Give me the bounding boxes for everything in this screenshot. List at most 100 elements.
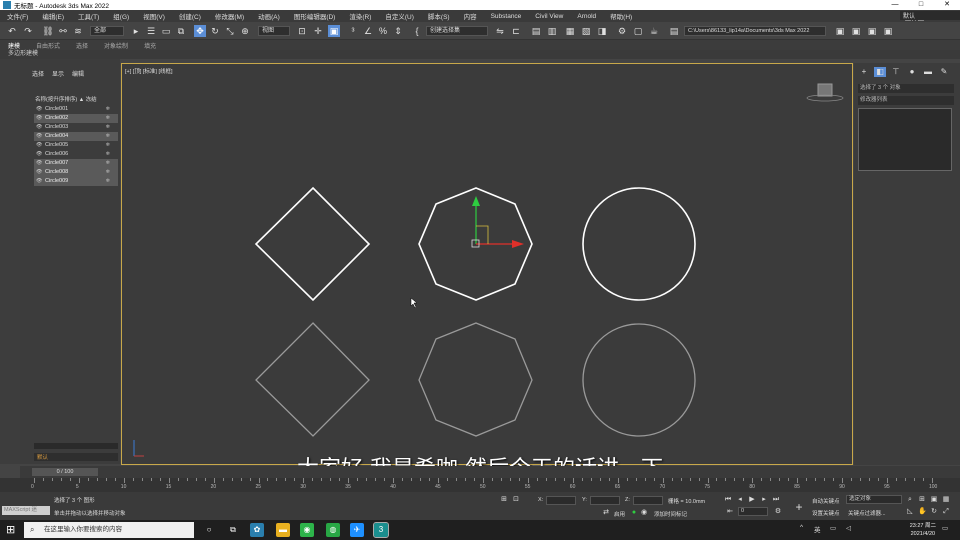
freeze-icon[interactable]: ❄ <box>106 177 110 186</box>
menu-group[interactable]: 组(G) <box>106 11 136 21</box>
previous-frame-icon[interactable]: ◂ <box>736 496 744 504</box>
track-bar[interactable]: 0 5 10 15 20 25 30 35 40 45 50 55 60 65 70 75 80 85 90 95 10… <box>0 478 960 492</box>
list-item[interactable]: 👁 Circle009 ❄ <box>34 177 118 186</box>
isolate-icon[interactable]: ⊞ <box>500 496 508 504</box>
freeze-icon[interactable]: ❄ <box>106 132 110 141</box>
window-crossing-icon[interactable]: ⧉ <box>175 25 187 37</box>
time-tag-icon[interactable]: ◉ <box>640 509 648 517</box>
zoom-extents-icon[interactable]: ▣ <box>930 496 938 504</box>
top-viewport[interactable]: [+] [顶] [标准] [线框] <box>121 63 853 465</box>
explorer-tab-display[interactable]: 显示 <box>48 69 68 78</box>
adaptive-degradation-icon[interactable]: ⇄ <box>602 509 610 517</box>
object-name-field[interactable]: 选择了 3 个 对象 <box>858 84 954 93</box>
frame-counter[interactable]: 0 / 100 <box>32 468 98 476</box>
menu-rendering[interactable]: 渲染(R) <box>342 11 378 21</box>
list-item[interactable]: 👁 Circle001 ❄ <box>34 105 118 114</box>
play-icon[interactable]: ▶ <box>748 496 756 504</box>
time-config-icon[interactable]: ⚙ <box>774 508 782 516</box>
freeze-icon[interactable]: ❄ <box>106 105 110 114</box>
select-scale-icon[interactable]: ⤡ <box>224 25 236 37</box>
taskbar-clock[interactable]: 23:27 周二 2021/4/20 <box>910 522 936 538</box>
motion-tab-icon[interactable]: ● <box>906 67 918 77</box>
menu-substance[interactable]: Substance <box>484 13 529 20</box>
project-path-field[interactable]: C:\Users\86133_lip14a\Documents\3ds Max … <box>684 26 826 36</box>
explorer-column-header[interactable]: 名称(按升序排序) ▲ 冻结 <box>35 95 97 103</box>
set-key-button[interactable]: 设置关键点 <box>812 509 840 517</box>
freeze-icon[interactable]: ❄ <box>106 114 110 123</box>
menu-graph-editors[interactable]: 图形编辑器(D) <box>287 11 343 21</box>
list-item[interactable]: 👁 Circle005 ❄ <box>34 141 118 150</box>
maximize-button[interactable]: □ <box>908 0 934 10</box>
list-item[interactable]: 👁 Circle008 ❄ <box>34 168 118 177</box>
pivot-center-icon[interactable]: ⊡ <box>296 25 308 37</box>
visibility-eye-icon[interactable]: 👁 <box>36 150 42 159</box>
wechat-icon[interactable]: ◉ <box>300 523 314 537</box>
auto-key-button[interactable]: 自动关键点 <box>812 497 840 505</box>
y-coordinate-field[interactable] <box>590 496 620 505</box>
menu-views[interactable]: 视图(V) <box>136 11 172 21</box>
x-coordinate-field[interactable] <box>546 496 576 505</box>
file-explorer-icon[interactable]: ▬ <box>276 523 290 537</box>
ribbon-tab-object-paint[interactable]: 对象绘制 <box>96 41 136 50</box>
3dsmax-taskbar-icon[interactable]: 3 <box>373 522 389 538</box>
browser-icon[interactable]: ◍ <box>326 523 340 537</box>
explorer-tab-select[interactable]: 选择 <box>28 69 48 78</box>
next-frame-icon[interactable]: ▸ <box>760 496 768 504</box>
link-icon[interactable]: ⛓ <box>42 25 54 37</box>
visibility-eye-icon[interactable]: 👁 <box>36 114 42 123</box>
key-mode-icon[interactable]: ⇤ <box>726 508 734 516</box>
menu-create[interactable]: 创建(C) <box>172 11 208 21</box>
select-move-icon[interactable]: ✥ <box>194 25 206 37</box>
project-folder-icon[interactable]: ▤ <box>668 25 680 37</box>
list-item[interactable]: 👁 Circle004 ❄ <box>34 132 118 141</box>
set-key-plus-icon[interactable]: + <box>792 500 806 514</box>
menu-file[interactable]: 文件(F) <box>0 11 35 21</box>
ribbon-tab-populate[interactable]: 填充 <box>136 41 164 50</box>
render-setup-icon[interactable]: ⚙ <box>616 25 628 37</box>
windows-start-icon[interactable]: ⊞ <box>6 524 18 536</box>
visibility-eye-icon[interactable]: 👁 <box>36 159 42 168</box>
menu-edit[interactable]: 编辑(E) <box>35 11 71 21</box>
undo-button[interactable]: ↶ <box>6 25 18 37</box>
taskbar-search[interactable]: ⌕ 在这里输入你要搜索的内容 <box>24 522 194 538</box>
hierarchy-tab-icon[interactable]: ⊤ <box>890 67 902 77</box>
snap-toggle-icon[interactable]: ³ <box>347 25 359 37</box>
menu-scripting[interactable]: 脚本(S) <box>421 11 457 21</box>
workspace-select[interactable]: 默认 <box>900 11 960 20</box>
modifier-stack[interactable] <box>858 108 952 171</box>
maxscript-listener[interactable]: MAXScript 迷 <box>2 506 50 515</box>
visibility-eye-icon[interactable]: 👁 <box>36 105 42 114</box>
select-manipulate-icon[interactable]: ✛ <box>312 25 324 37</box>
project-folder-open-icon[interactable]: ▣ <box>882 25 894 37</box>
maximize-viewport-icon[interactable]: ⤢ <box>942 508 950 516</box>
keyboard-shortcut-icon[interactable]: ▣ <box>328 25 340 37</box>
current-frame-field[interactable]: 0 <box>738 507 768 516</box>
layer-field[interactable]: 默认 <box>34 453 118 461</box>
feishu-icon[interactable]: ✈ <box>350 523 364 537</box>
percent-snap-icon[interactable]: % <box>377 25 389 37</box>
selection-filter-select[interactable]: 全部 <box>90 26 124 36</box>
select-rotate-icon[interactable]: ↻ <box>209 25 221 37</box>
angle-snap-icon[interactable]: ∠ <box>362 25 374 37</box>
menu-modifiers[interactable]: 修改器(M) <box>208 11 251 21</box>
cortana-icon[interactable]: ○ <box>202 523 216 537</box>
list-item[interactable]: 👁 Circle006 ❄ <box>34 150 118 159</box>
edit-named-selection-icon[interactable]: { <box>411 25 423 37</box>
named-selection-select[interactable]: 创建选择集 <box>426 26 488 36</box>
fov-icon[interactable]: ◺ <box>906 508 914 516</box>
task-view-icon[interactable]: ⧉ <box>226 523 240 537</box>
layer-explorer-icon[interactable]: ▤ <box>530 25 542 37</box>
orbit-icon[interactable]: ↻ <box>930 508 938 516</box>
utilities-tab-icon[interactable]: ✎ <box>938 67 950 77</box>
list-item[interactable]: 👁 Circle003 ❄ <box>34 123 118 132</box>
pan-icon[interactable]: ✋ <box>918 508 927 516</box>
horizontal-scrollbar[interactable] <box>34 443 118 449</box>
menu-tools[interactable]: 工具(T) <box>71 11 106 21</box>
select-object-icon[interactable]: ▸ <box>130 25 142 37</box>
rendered-frame-icon[interactable]: ▢ <box>632 25 644 37</box>
rect-selection-icon[interactable]: ▭ <box>160 25 172 37</box>
save-project-icon[interactable]: ▣ <box>850 25 862 37</box>
ribbon-tab-freeform[interactable]: 自由形式 <box>28 41 68 50</box>
menu-civil-view[interactable]: Civil View <box>528 13 570 20</box>
close-button[interactable]: ✕ <box>934 0 960 10</box>
